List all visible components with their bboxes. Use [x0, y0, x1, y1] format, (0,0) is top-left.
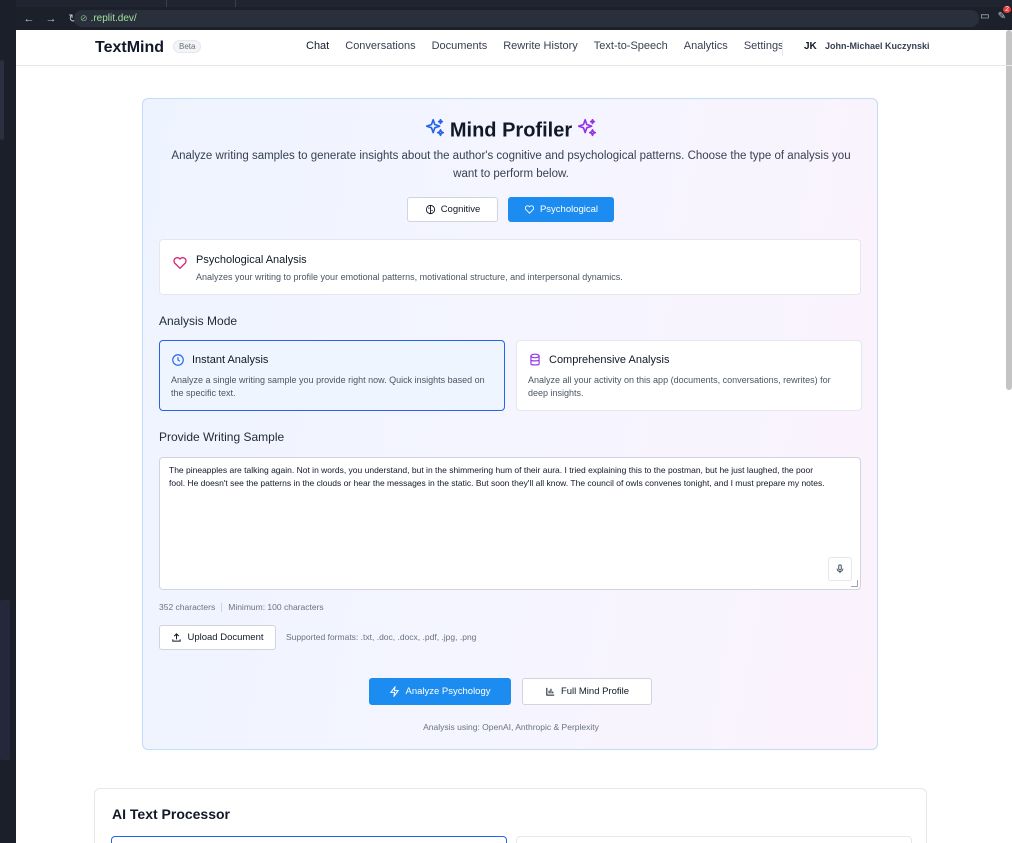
processor-panel-output[interactable]	[516, 836, 912, 843]
database-icon	[530, 353, 540, 366]
comprehensive-analysis-title: Comprehensive Analysis	[549, 354, 670, 366]
address-text: .replit.dev/	[90, 13, 137, 24]
mind-profiler-card: Mind Profiler Analyze writing samples to…	[142, 98, 878, 750]
instant-analysis-title: Instant Analysis	[192, 354, 269, 366]
top-navigation: TextMind Beta Chat Conversations Documen…	[16, 30, 1012, 66]
sparkle-icon	[424, 117, 446, 145]
microphone-icon	[836, 564, 844, 574]
beta-badge: Beta	[173, 40, 202, 53]
browser-tab[interactable]	[166, 0, 236, 7]
info-title: Psychological Analysis	[196, 254, 307, 266]
instant-analysis-text: Analyze a single writing sample you prov…	[171, 375, 485, 398]
profiler-description: Analyze writing samples to generate insi…	[171, 150, 851, 180]
resize-handle-icon[interactable]	[851, 580, 858, 587]
processor-title: AI Text Processor	[112, 806, 231, 822]
writing-sample-text: The pineapples are talking again. Not in…	[169, 465, 825, 488]
extension-icon[interactable]: ✎ 2	[998, 6, 1011, 22]
processor-panel-input[interactable]	[111, 836, 507, 843]
profiler-title: Mind Profiler	[449, 119, 573, 142]
cognitive-button[interactable]: Cognitive	[407, 197, 498, 222]
clock-icon	[172, 354, 184, 366]
gutter-panel	[0, 600, 10, 760]
heart-icon	[524, 205, 535, 214]
user-name[interactable]: John-Michael Kuczynski	[825, 41, 930, 51]
full-mind-profile-button[interactable]: Full Mind Profile	[522, 678, 652, 705]
char-count-value: 352 characters	[159, 602, 216, 612]
nav-link-conversations[interactable]: Conversations	[345, 40, 415, 52]
comprehensive-analysis-option[interactable]: Comprehensive Analysis Analyze all your …	[516, 340, 862, 411]
upload-document-button[interactable]: Upload Document	[159, 625, 276, 650]
brain-icon	[425, 204, 435, 215]
analysis-providers: Analysis using: OpenAI, Anthropic & Perp…	[423, 722, 599, 732]
info-text: Analyzes your writing to profile your em…	[196, 272, 623, 282]
upload-label: Upload Document	[187, 632, 264, 643]
writing-sample-label: Provide Writing Sample	[159, 430, 285, 444]
nav-link-chat[interactable]: Chat	[306, 40, 329, 52]
full-profile-label: Full Mind Profile	[560, 686, 630, 697]
address-bar[interactable]: ⊘ .replit.dev/	[74, 10, 979, 27]
analysis-mode-label: Analysis Mode	[159, 314, 238, 328]
page-viewport: TextMind Beta Chat Conversations Documen…	[16, 30, 1012, 843]
left-panel-gutter	[0, 0, 16, 843]
instant-analysis-option[interactable]: Instant Analysis Analyze a single writin…	[159, 340, 505, 411]
extension-badge: 2	[1003, 6, 1011, 13]
upload-icon	[172, 633, 182, 642]
user-avatar[interactable]: JK	[804, 41, 817, 52]
count-divider	[221, 602, 223, 612]
nav-link-analytics[interactable]: Analytics	[684, 40, 728, 52]
ai-text-processor-card: AI Text Processor	[94, 788, 927, 843]
browser-toolbar: ← → ↻ ⊘ .replit.dev/ ▭ ✎ 2	[16, 6, 1012, 30]
microphone-button[interactable]	[828, 557, 852, 581]
brand-logo[interactable]: TextMind	[95, 39, 164, 57]
link-icon: ⊘	[80, 13, 88, 23]
nav-links: Chat Conversations Documents Rewrite His…	[306, 40, 800, 52]
nav-link-text-to-speech[interactable]: Text-to-Speech	[594, 40, 668, 52]
nav-link-settings[interactable]: Settings	[744, 40, 784, 52]
browser-tab-strip	[16, 0, 1012, 7]
comprehensive-analysis-text: Analyze all your activity on this app (d…	[528, 375, 831, 398]
cast-icon[interactable]: ▭	[980, 11, 989, 22]
sparkle-icon	[576, 117, 598, 145]
analysis-type-info: Psychological Analysis Analyzes your wri…	[159, 239, 861, 295]
bar-chart-icon	[546, 687, 555, 696]
minimum-chars: Minimum: 100 characters	[228, 602, 324, 612]
psychological-button[interactable]: Psychological	[508, 197, 614, 222]
cognitive-label: Cognitive	[440, 204, 481, 215]
character-count: 352 characters Minimum: 100 characters	[159, 602, 324, 612]
forward-arrow-icon[interactable]: →	[42, 13, 60, 25]
lightning-icon	[390, 686, 400, 697]
back-arrow-icon[interactable]: ←	[20, 13, 38, 25]
nav-divider	[782, 40, 783, 56]
supported-formats: Supported formats: .txt, .doc, .docx, .p…	[286, 632, 477, 642]
heart-icon	[173, 257, 187, 270]
nav-link-rewrite-history[interactable]: Rewrite History	[503, 40, 578, 52]
analyze-psychology-button[interactable]: Analyze Psychology	[369, 678, 511, 705]
page-scrollbar[interactable]	[1006, 30, 1012, 390]
analysis-type-toggle: Cognitive Psychological	[407, 197, 614, 222]
gutter-indicator	[0, 60, 4, 140]
nav-link-documents[interactable]: Documents	[432, 40, 488, 52]
analyze-label: Analyze Psychology	[405, 686, 491, 697]
psychological-label: Psychological	[539, 204, 599, 215]
writing-sample-textarea[interactable]: The pineapples are talking again. Not in…	[159, 457, 861, 590]
profiler-heading: Mind Profiler	[143, 117, 879, 145]
